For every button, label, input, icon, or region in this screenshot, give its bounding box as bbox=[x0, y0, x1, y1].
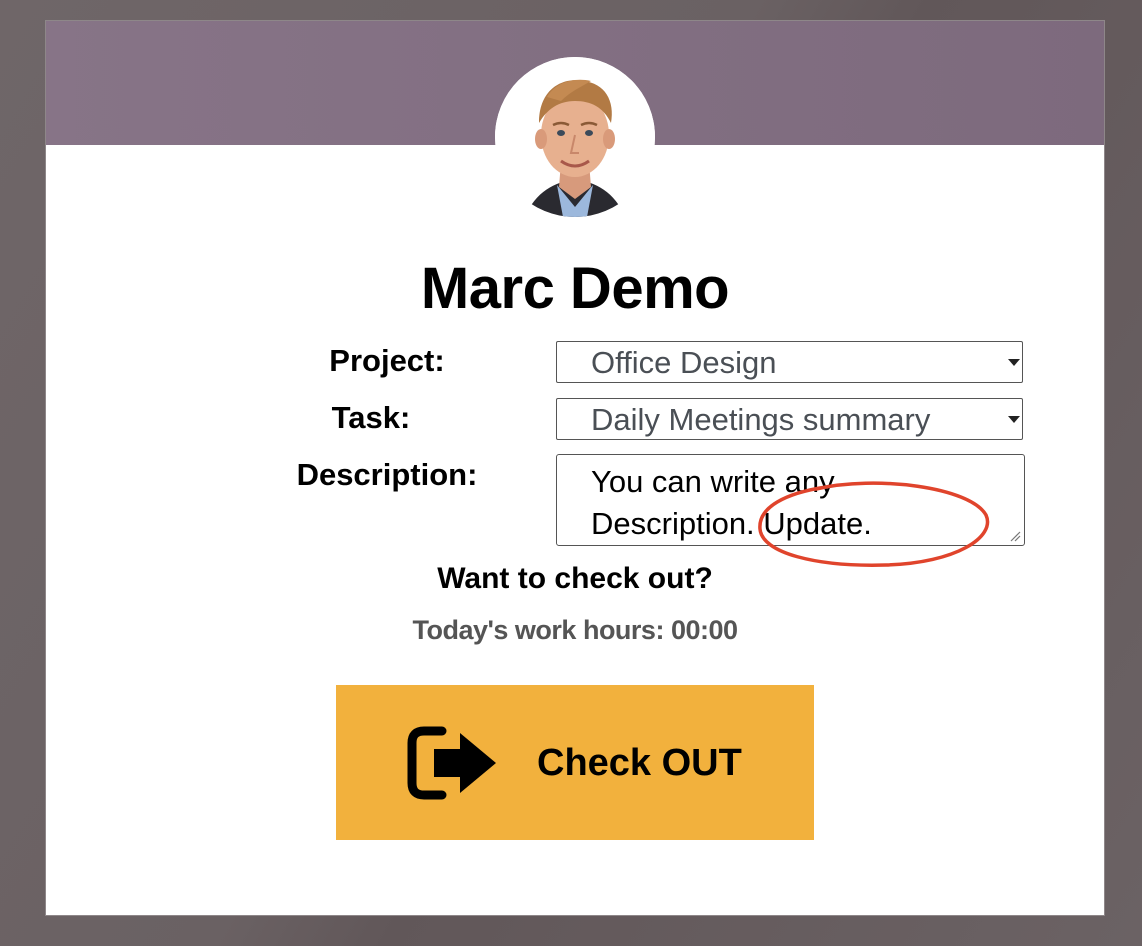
project-select-value: Office Design bbox=[591, 345, 777, 380]
project-label: Project: bbox=[329, 343, 445, 378]
attendance-card: Marc Demo Project: Office Design Task: D… bbox=[46, 21, 1104, 915]
avatar-photo bbox=[495, 57, 655, 217]
checkout-prompt: Want to check out? bbox=[437, 562, 713, 595]
chevron-down-icon bbox=[1008, 359, 1020, 366]
description-label: Description: bbox=[296, 457, 478, 492]
avatar bbox=[495, 57, 655, 217]
task-select[interactable]: Daily Meetings summary bbox=[556, 398, 1023, 440]
task-select-value: Daily Meetings summary bbox=[591, 402, 931, 437]
resize-grip-icon[interactable] bbox=[1009, 530, 1021, 542]
project-select[interactable]: Office Design bbox=[556, 341, 1023, 383]
chevron-down-icon bbox=[1008, 416, 1020, 423]
user-name: Marc Demo bbox=[420, 256, 730, 321]
check-out-label: Check OUT bbox=[537, 742, 742, 784]
task-label: Task: bbox=[331, 400, 411, 435]
sign-out-icon bbox=[407, 726, 496, 800]
work-hours: Today's work hours: 00:00 bbox=[412, 615, 738, 645]
annotation-circle bbox=[758, 481, 990, 567]
check-out-button[interactable]: Check OUT bbox=[336, 685, 814, 840]
